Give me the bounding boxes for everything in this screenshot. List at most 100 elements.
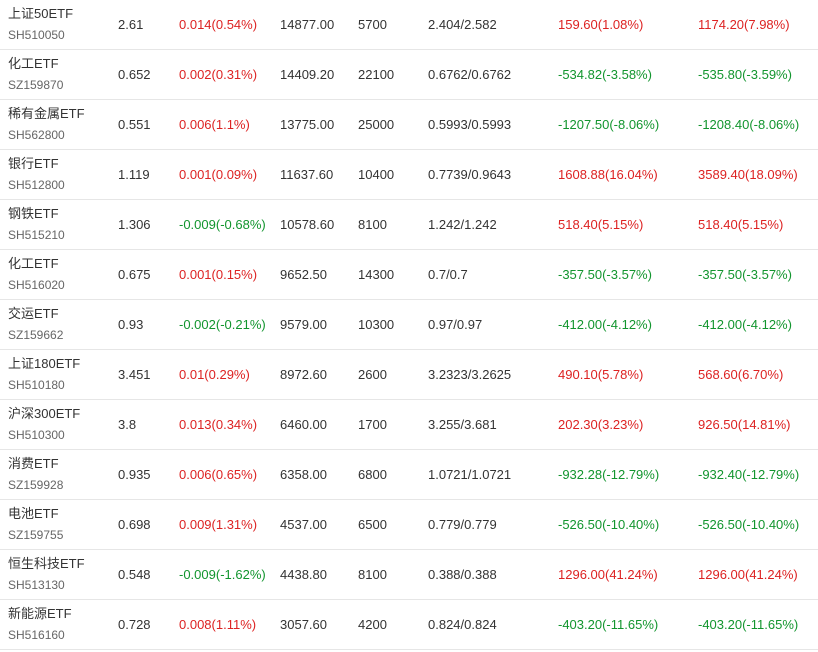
total-profit-loss-cell: 1296.00(41.24%) (698, 567, 798, 582)
fund-code: SZ159662 (8, 328, 64, 342)
change-cell: -0.002(-0.21%) (179, 317, 266, 332)
profit-loss-cell: -403.20(-11.65%) (558, 617, 659, 632)
fund-name[interactable]: 恒生科技ETF (8, 555, 85, 573)
volume-cell: 4200 (358, 617, 387, 632)
price-cell: 0.728 (118, 617, 151, 632)
fund-name[interactable]: 上证180ETF (8, 355, 80, 373)
change-cell: 0.014(0.54%) (179, 17, 258, 32)
table-row[interactable]: 上证50ETF SH510050 2.61 0.014(0.54%) 14877… (0, 0, 818, 50)
profit-loss-cell: -534.82(-3.58%) (558, 67, 652, 82)
fund-code: SH510180 (8, 378, 65, 392)
cost-cell: 0.5993/0.5993 (428, 117, 512, 132)
market-value-cell: 11637.60 (280, 167, 334, 182)
market-value-cell: 9579.00 (280, 317, 327, 332)
fund-code: SH510050 (8, 28, 65, 42)
fund-code: SZ159870 (8, 78, 64, 92)
price-cell: 0.551 (118, 117, 151, 132)
volume-cell: 1700 (358, 417, 387, 432)
fund-name[interactable]: 交运ETF (8, 305, 59, 323)
table-row[interactable]: 钢铁ETF SH515210 1.306 -0.009(-0.68%) 1057… (0, 200, 818, 250)
change-cell: 0.001(0.09%) (179, 167, 258, 182)
market-value-cell: 6460.00 (280, 417, 327, 432)
volume-cell: 10300 (358, 317, 395, 332)
volume-cell: 25000 (358, 117, 395, 132)
table-row[interactable]: 化工ETF SH516020 0.675 0.001(0.15%) 9652.5… (0, 250, 818, 300)
table-row[interactable]: 恒生科技ETF SH513130 0.548 -0.009(-1.62%) 44… (0, 550, 818, 600)
table-row[interactable]: 新能源ETF SH516160 0.728 0.008(1.11%) 3057.… (0, 600, 818, 650)
total-profit-loss-cell: 1174.20(7.98%) (698, 17, 790, 32)
cost-cell: 1.242/1.242 (428, 217, 497, 232)
profit-loss-cell: 1296.00(41.24%) (558, 567, 658, 582)
cost-cell: 0.6762/0.6762 (428, 67, 512, 82)
cost-cell: 0.824/0.824 (428, 617, 497, 632)
total-profit-loss-cell: -412.00(-4.12%) (698, 317, 792, 332)
profit-loss-cell: -932.28(-12.79%) (558, 467, 660, 482)
fund-name[interactable]: 化工ETF (8, 255, 59, 273)
cost-cell: 0.388/0.388 (428, 567, 497, 582)
cost-cell: 0.97/0.97 (428, 317, 483, 332)
total-profit-loss-cell: -403.20(-11.65%) (698, 617, 799, 632)
fund-code: SH515210 (8, 228, 65, 242)
market-value-cell: 3057.60 (280, 617, 327, 632)
holdings-rows: 上证50ETF SH510050 2.61 0.014(0.54%) 14877… (0, 0, 818, 650)
fund-name[interactable]: 化工ETF (8, 55, 59, 73)
volume-cell: 2600 (358, 367, 387, 382)
table-row[interactable]: 化工ETF SZ159870 0.652 0.002(0.31%) 14409.… (0, 50, 818, 100)
change-cell: -0.009(-1.62%) (179, 567, 266, 582)
fund-code: SH510300 (8, 428, 65, 442)
fund-name[interactable]: 新能源ETF (8, 605, 72, 623)
profit-loss-cell: 1608.88(16.04%) (558, 167, 658, 182)
volume-cell: 8100 (358, 567, 387, 582)
market-value-cell: 9652.50 (280, 267, 327, 282)
fund-name[interactable]: 钢铁ETF (8, 205, 59, 223)
fund-name[interactable]: 电池ETF (8, 505, 59, 523)
price-cell: 3.8 (118, 417, 137, 432)
fund-code: SH516020 (8, 278, 65, 292)
table-row[interactable]: 沪深300ETF SH510300 3.8 0.013(0.34%) 6460.… (0, 400, 818, 450)
price-cell: 0.93 (118, 317, 144, 332)
market-value-cell: 10578.60 (280, 217, 335, 232)
change-cell: 0.008(1.11%) (179, 617, 257, 632)
holdings-table: 上证50ETF SH510050 2.61 0.014(0.54%) 14877… (0, 0, 818, 652)
fund-code: SH512800 (8, 178, 65, 192)
change-cell: 0.006(0.65%) (179, 467, 258, 482)
fund-code: SZ159928 (8, 478, 64, 492)
cost-cell: 1.0721/1.0721 (428, 467, 512, 482)
fund-code: SZ159755 (8, 528, 64, 542)
profit-loss-cell: 159.60(1.08%) (558, 17, 644, 32)
price-cell: 3.451 (118, 367, 151, 382)
volume-cell: 6500 (358, 517, 387, 532)
price-cell: 2.61 (118, 17, 144, 32)
cost-cell: 0.779/0.779 (428, 517, 497, 532)
market-value-cell: 4438.80 (280, 567, 327, 582)
total-profit-loss-cell: 568.60(6.70%) (698, 367, 784, 382)
profit-loss-cell: 490.10(5.78%) (558, 367, 644, 382)
price-cell: 0.675 (118, 267, 151, 282)
price-cell: 0.698 (118, 517, 151, 532)
profit-loss-cell: 202.30(3.23%) (558, 417, 644, 432)
fund-name[interactable]: 上证50ETF (8, 5, 73, 23)
fund-name[interactable]: 消费ETF (8, 455, 59, 473)
table-row[interactable]: 上证180ETF SH510180 3.451 0.01(0.29%) 8972… (0, 350, 818, 400)
fund-code: SH562800 (8, 128, 65, 142)
table-row[interactable]: 银行ETF SH512800 1.119 0.001(0.09%) 11637.… (0, 150, 818, 200)
market-value-cell: 14409.20 (280, 67, 335, 82)
change-cell: 0.009(1.31%) (179, 517, 258, 532)
total-profit-loss-cell: 3589.40(18.09%) (698, 167, 798, 182)
price-cell: 0.935 (118, 467, 151, 482)
cost-cell: 0.7739/0.9643 (428, 167, 512, 182)
change-cell: 0.013(0.34%) (179, 417, 258, 432)
fund-name[interactable]: 沪深300ETF (8, 405, 80, 423)
profit-loss-cell: -357.50(-3.57%) (558, 267, 652, 282)
change-cell: 0.002(0.31%) (179, 67, 258, 82)
table-row[interactable]: 稀有金属ETF SH562800 0.551 0.006(1.1%) 13775… (0, 100, 818, 150)
table-row[interactable]: 交运ETF SZ159662 0.93 -0.002(-0.21%) 9579.… (0, 300, 818, 350)
table-row[interactable]: 电池ETF SZ159755 0.698 0.009(1.31%) 4537.0… (0, 500, 818, 550)
price-cell: 0.548 (118, 567, 151, 582)
fund-name[interactable]: 稀有金属ETF (8, 105, 85, 123)
table-row[interactable]: 消费ETF SZ159928 0.935 0.006(0.65%) 6358.0… (0, 450, 818, 500)
price-cell: 1.306 (118, 217, 151, 232)
change-cell: 0.006(1.1%) (179, 117, 250, 132)
price-cell: 1.119 (118, 167, 150, 182)
fund-name[interactable]: 银行ETF (8, 155, 59, 173)
